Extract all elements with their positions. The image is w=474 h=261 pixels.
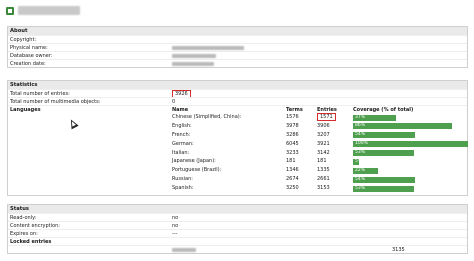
locked-user-redacted (172, 246, 196, 254)
language-row: Russian: 2674 2661 54% (8, 175, 467, 184)
highlighted-entries-value: 1571 (317, 113, 336, 121)
language-entries: 3906 (317, 122, 330, 129)
coverage-cell: 22% (353, 167, 468, 174)
language-terms: 181 (286, 158, 296, 165)
coverage-bar (353, 141, 468, 148)
language-terms: 1346 (286, 167, 299, 174)
language-name: English: (172, 122, 192, 129)
language-entries: 3142 (317, 149, 330, 156)
copyright-row: Copyright: (8, 35, 467, 43)
language-terms: 3233 (286, 149, 299, 156)
language-terms: 3250 (286, 185, 299, 192)
language-row: Italian: 3233 3142 53% (8, 149, 467, 158)
coverage-percent: 86% (355, 123, 366, 129)
content-encryption-row: Content encryption: no (8, 221, 467, 229)
coverage-percent: 54% (355, 132, 366, 138)
creation-date-row: Creation date: (8, 59, 467, 67)
language-entries: 1335 (317, 167, 330, 174)
locked-entries-value: 3135 (392, 247, 405, 254)
language-terms: 2674 (286, 176, 299, 183)
coverage-cell: 53% (353, 150, 468, 157)
database-owner-row: Database owner: (8, 51, 467, 59)
coverage-cell: 100% (353, 141, 468, 148)
coverage-percent: 53% (355, 185, 366, 191)
language-row: Spanish: 3250 3153 53% (8, 184, 467, 193)
locked-entries-header-row: Locked entries (8, 237, 467, 245)
languages-header-row: Languages Name Terms Entries Coverage (%… (8, 105, 467, 113)
coverage-percent: 53% (355, 150, 366, 156)
coverage-bar (353, 123, 452, 130)
document-icon (6, 7, 14, 15)
locked-entries-row: 3135 (8, 245, 467, 253)
status-heading: Status (8, 205, 467, 214)
coverage-cell: 53% (353, 185, 468, 192)
language-name: Portuguese (Brazil): (172, 167, 222, 174)
expires-on-row: Expires on: --- (8, 229, 467, 237)
status-section: Status Read-only: no Content encryption:… (7, 204, 468, 255)
coverage-percent: 54% (355, 176, 366, 182)
title-bar (0, 0, 474, 24)
coverage-cell: 54% (353, 132, 468, 139)
language-name: French: (172, 131, 191, 138)
language-terms: 3978 (286, 122, 299, 129)
language-terms: 3286 (286, 131, 299, 138)
language-entries: 3207 (317, 131, 330, 138)
language-name: German: (172, 140, 194, 147)
coverage-cell: 86% (353, 123, 468, 130)
coverage-percent: 37% (355, 114, 366, 120)
window-title-redacted (18, 6, 80, 15)
coverage-percent: 22% (355, 167, 366, 173)
statistics-heading: Statistics (8, 81, 467, 89)
creation-date-label: Creation date: (10, 61, 46, 67)
language-terms: 1576 (286, 114, 299, 120)
language-name: Italian: (172, 149, 190, 156)
coverage-cell: 5% (353, 158, 468, 165)
coverage-percent: 100% (355, 141, 368, 147)
language-entries: 2661 (317, 176, 330, 183)
language-entries: 3153 (317, 185, 330, 192)
coverage-percent: 5% (355, 158, 363, 164)
language-name: Japanese (Japan): (172, 158, 216, 165)
language-entries: 181 (317, 158, 327, 165)
multimedia-row: Total number of multimedia objects: 0 (8, 97, 467, 105)
language-name: Spanish: (172, 185, 194, 192)
language-row: German: 6045 3921 100% (8, 140, 468, 149)
language-entries: 1571 (317, 113, 336, 122)
language-row: Portuguese (Brazil): 1346 1335 22% (8, 166, 467, 175)
language-entries: 3921 (317, 140, 330, 147)
creation-date-value-redacted (172, 60, 214, 68)
about-section: About Copyright: Physical name: Database… (7, 26, 468, 68)
physical-name-row: Physical name: (8, 43, 467, 51)
statistics-section: Statistics Total number of entries: 3926… (7, 80, 468, 197)
total-entries-row: Total number of entries: 3926 (8, 89, 467, 98)
language-row: Chinese (Simplified, China): 1576 1571 37% (8, 113, 467, 122)
about-heading: About (8, 27, 467, 35)
read-only-row: Read-only: no (8, 213, 467, 221)
language-row: French: 3286 3207 54% (8, 131, 467, 140)
properties-page: About Copyright: Physical name: Database… (7, 26, 468, 259)
coverage-cell: 37% (353, 114, 468, 121)
language-row: Japanese (Japan): 181 181 5% (8, 157, 467, 166)
language-name: Russian: (172, 176, 193, 183)
language-name: Chinese (Simplified, China): (172, 114, 242, 120)
coverage-cell: 54% (353, 176, 468, 183)
language-terms: 6045 (286, 140, 299, 147)
